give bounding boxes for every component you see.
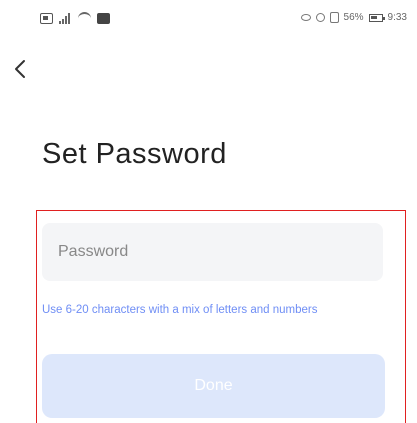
vibrate-icon xyxy=(329,12,339,23)
wifi-icon xyxy=(78,12,91,25)
status-icons-right: 56% 9:33 xyxy=(300,12,407,23)
message-icon xyxy=(97,13,110,24)
back-button[interactable] xyxy=(6,54,34,84)
alarm-icon xyxy=(315,13,325,22)
status-icons-left xyxy=(40,12,110,25)
battery-percent: 56% xyxy=(343,12,364,23)
chevron-left-icon xyxy=(15,60,25,78)
sim-icon xyxy=(40,13,53,24)
password-hint: Use 6-20 characters with a mix of letter… xyxy=(42,304,318,316)
status-time: 9:33 xyxy=(387,12,407,23)
eye-icon xyxy=(300,14,311,21)
done-button[interactable]: Done xyxy=(42,354,385,418)
signal-icon xyxy=(59,13,72,24)
page-title: Set Password xyxy=(42,138,227,170)
password-field[interactable] xyxy=(42,223,383,281)
status-bar: 56% 9:33 xyxy=(0,0,417,44)
battery-icon xyxy=(368,13,385,22)
